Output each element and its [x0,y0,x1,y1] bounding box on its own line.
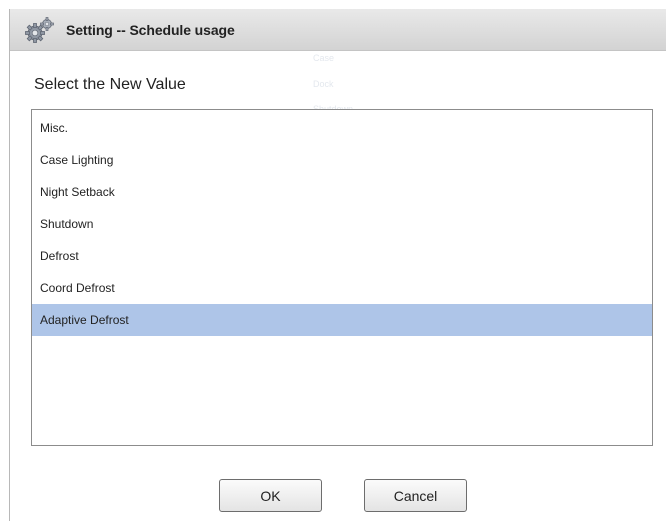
value-listbox[interactable]: Misc. Case Lighting Night Setback Shutdo… [31,109,653,446]
list-item-defrost[interactable]: Defrost [32,240,652,272]
list-item-misc[interactable]: Misc. [32,112,652,144]
background-ghost-text: Dock [313,79,334,89]
gears-icon [24,16,56,46]
list-item-case-lighting[interactable]: Case Lighting [32,144,652,176]
dialog-title: Setting -- Schedule usage [66,22,235,38]
list-item-adaptive-defrost[interactable]: Adaptive Defrost [32,304,652,336]
select-prompt: Select the New Value [34,76,186,93]
dialog-titlebar[interactable]: Setting -- Schedule usage [10,9,666,51]
list-item-coord-defrost[interactable]: Coord Defrost [32,272,652,304]
ok-button[interactable]: OK [219,479,322,512]
cancel-button[interactable]: Cancel [364,479,467,512]
background-ghost-text: Case [313,53,335,63]
schedule-usage-dialog: Setting -- Schedule usage Case Dock Shut… [9,9,666,521]
list-item-night-setback[interactable]: Night Setback [32,176,652,208]
list-item-shutdown[interactable]: Shutdown [32,208,652,240]
